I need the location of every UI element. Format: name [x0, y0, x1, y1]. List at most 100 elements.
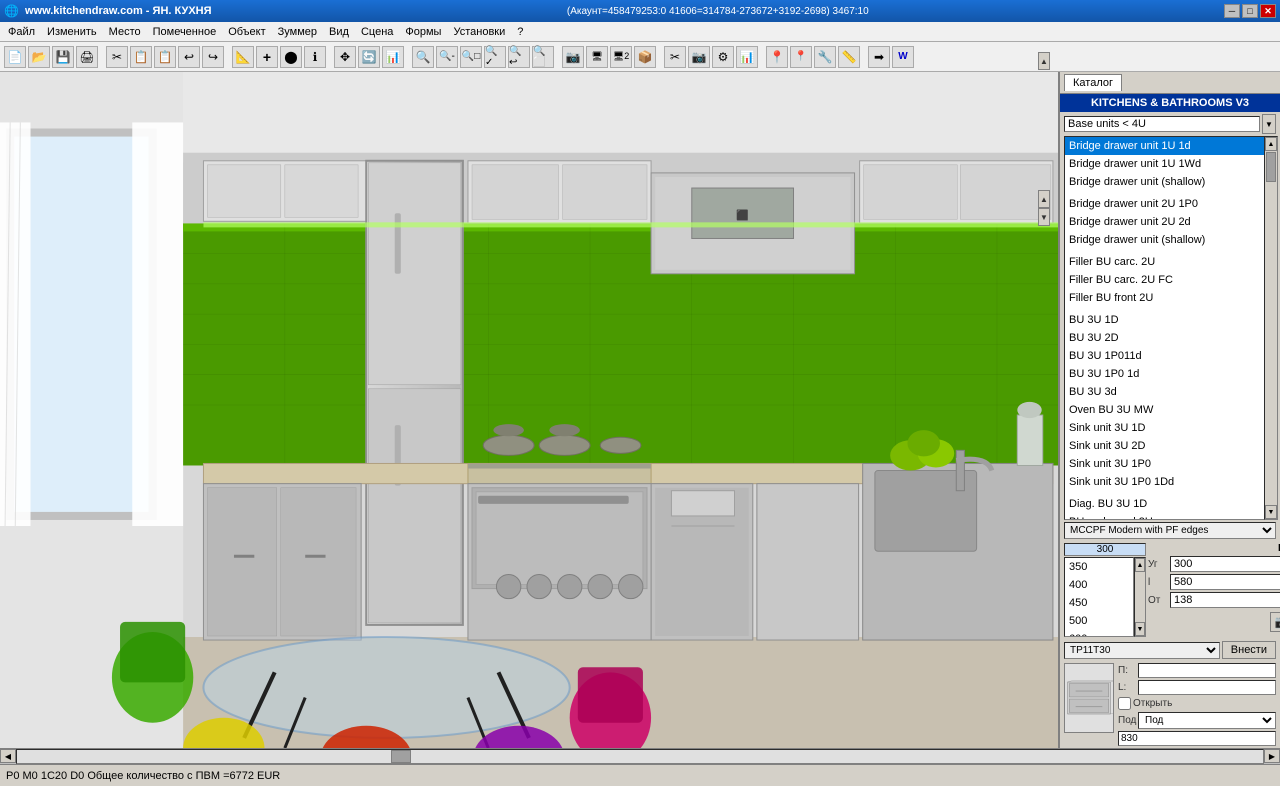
filter-dropdown-icon[interactable]: ▼ [1262, 114, 1276, 134]
catalog-item-13[interactable]: BU 3U 2D [1065, 329, 1275, 347]
catalog-item-18[interactable]: Sink unit 3U 1D [1065, 419, 1275, 437]
pin2-button[interactable]: 📍 [790, 46, 812, 68]
camera-button[interactable]: 📷 [562, 46, 584, 68]
sub-value-input[interactable] [1118, 731, 1276, 746]
catalog-scroll-thumb[interactable] [1266, 152, 1276, 182]
catalog-item-12[interactable]: BU 3U 1D [1065, 311, 1275, 329]
close-button[interactable]: ✕ [1260, 4, 1276, 18]
photo-button[interactable]: 📷 [688, 46, 710, 68]
panel-scroll-mid[interactable]: ▲ [1038, 190, 1050, 208]
menu-object[interactable]: Объект [222, 24, 271, 40]
menu-marked[interactable]: Помеченное [147, 24, 223, 40]
redo-button[interactable]: ↪ [202, 46, 224, 68]
zoom-all-button[interactable]: 🔍□ [460, 46, 482, 68]
menu-scene[interactable]: Сцена [355, 24, 399, 40]
catalog-item-10[interactable]: Filler BU front 2U [1065, 289, 1275, 307]
filter-input[interactable] [1064, 116, 1260, 132]
catalog-item-24[interactable]: BU end panel 3U [1065, 513, 1275, 520]
catalog-item-9[interactable]: Filler BU carc. 2U FC [1065, 271, 1275, 289]
catalog-scroll-up-btn[interactable]: ▲ [1265, 137, 1277, 151]
cut2-button[interactable]: ✂ [664, 46, 686, 68]
wrench-button[interactable]: 🔧 [814, 46, 836, 68]
zoom-sel-button[interactable]: 🔍✓ [484, 46, 506, 68]
catalog-item-6[interactable]: Bridge drawer unit (shallow) [1065, 231, 1275, 249]
width-scroll-down[interactable]: ▼ [1135, 622, 1145, 636]
info-button[interactable]: ℹ [304, 46, 326, 68]
p-input[interactable] [1138, 663, 1276, 678]
panel-scroll-up[interactable]: ▲ [1038, 52, 1050, 70]
print-button[interactable]: 🖨 [76, 46, 98, 68]
zoom-in-button[interactable]: 🔍 [412, 46, 434, 68]
measure-button[interactable]: 📐 [232, 46, 254, 68]
catalog-item-8[interactable]: Filler BU carc. 2U [1065, 253, 1275, 271]
zoom-out-button[interactable]: 🔍- [436, 46, 458, 68]
catalog-item-20[interactable]: Sink unit 3U 1P0 [1065, 455, 1275, 473]
ruler-button[interactable]: 📏 [838, 46, 860, 68]
sub-select[interactable]: Под [1138, 712, 1276, 729]
ot-input[interactable] [1170, 592, 1280, 608]
catalog-item-23[interactable]: Diag. BU 3U 1D [1065, 495, 1275, 513]
paste-button[interactable]: 📋 [154, 46, 176, 68]
pin1-button[interactable]: 📍 [766, 46, 788, 68]
menu-edit[interactable]: Изменить [41, 24, 103, 40]
chart-button[interactable]: 📊 [382, 46, 404, 68]
width-500[interactable]: 500 [1065, 612, 1133, 630]
move-button[interactable]: ✥ [334, 46, 356, 68]
catalog-item-21[interactable]: Sink unit 3U 1P0 1Dd [1065, 473, 1275, 491]
catalog-item-17[interactable]: Oven BU 3U MW [1065, 401, 1275, 419]
panel-scroll-down[interactable]: ▼ [1038, 208, 1050, 226]
box-button[interactable]: 📦 [634, 46, 656, 68]
settings-button[interactable]: ⚙ [712, 46, 734, 68]
profile-select[interactable]: МССРF Modern with PF edges [1064, 522, 1276, 539]
arrow-button[interactable]: ➡ [868, 46, 890, 68]
width-450[interactable]: 450 [1065, 594, 1133, 612]
h-scroll-thumb[interactable] [391, 750, 411, 763]
menu-file[interactable]: Файл [2, 24, 41, 40]
w-button[interactable]: W [892, 46, 914, 68]
catalog-item-15[interactable]: BU 3U 1P0 1d [1065, 365, 1275, 383]
catalog-tab[interactable]: Каталог [1064, 74, 1122, 91]
catalog-item-5[interactable]: Bridge drawer unit 2U 2d [1065, 213, 1275, 231]
catalog-item-19[interactable]: Sink unit 3U 2D [1065, 437, 1275, 455]
zoom-window-button[interactable]: 🔍⬜ [532, 46, 554, 68]
width-600[interactable]: 600 [1065, 630, 1133, 637]
open-checkbox[interactable] [1118, 697, 1131, 710]
catalog-item-2[interactable]: Bridge drawer unit (shallow) [1065, 173, 1275, 191]
yr-input[interactable] [1170, 556, 1280, 572]
insert-select[interactable]: TP11T30 [1064, 642, 1220, 659]
catalog-scroll-down-btn[interactable]: ▼ [1265, 505, 1277, 519]
width-scroll-up[interactable]: ▲ [1135, 558, 1145, 572]
h-scroll-right[interactable]: ▶ [1264, 749, 1280, 763]
cut-button[interactable]: ✂ [106, 46, 128, 68]
menu-settings[interactable]: Установки [447, 24, 511, 40]
viewport[interactable]: ⬛ [0, 72, 1058, 748]
menu-forms[interactable]: Формы [399, 24, 447, 40]
render2-button[interactable]: 🖥2 [610, 46, 632, 68]
zoom-prev-button[interactable]: 🔍↩ [508, 46, 530, 68]
menu-zoom[interactable]: Зуммер [272, 24, 323, 40]
render-button[interactable]: 🖥 [586, 46, 608, 68]
new-button[interactable]: 📄 [4, 46, 26, 68]
barchart-button[interactable]: 📊 [736, 46, 758, 68]
h-scroll-left[interactable]: ◀ [0, 749, 16, 763]
add-button[interactable]: + [256, 46, 278, 68]
circle-button[interactable]: ⬤ [280, 46, 302, 68]
catalog-item-4[interactable]: Bridge drawer unit 2U 1P0 [1065, 195, 1275, 213]
minimize-button[interactable]: ─ [1224, 4, 1240, 18]
width-350[interactable]: 350 [1065, 558, 1133, 576]
copy-button[interactable]: 📋 [130, 46, 152, 68]
camera-icon-1[interactable]: 📷 [1270, 612, 1280, 632]
catalog-item-16[interactable]: BU 3U 3d [1065, 383, 1275, 401]
undo-button[interactable]: ↩ [178, 46, 200, 68]
insert-button[interactable]: Внести [1222, 641, 1276, 659]
l-input-preview[interactable] [1138, 680, 1276, 695]
catalog-item-14[interactable]: BU 3U 1P011d [1065, 347, 1275, 365]
l-input[interactable] [1170, 574, 1280, 590]
width-400[interactable]: 400 [1065, 576, 1133, 594]
maximize-button[interactable]: □ [1242, 4, 1258, 18]
menu-help[interactable]: ? [511, 24, 529, 40]
catalog-item-1[interactable]: Bridge drawer unit 1U 1Wd [1065, 155, 1275, 173]
open-button[interactable]: 📂 [28, 46, 50, 68]
menu-view[interactable]: Вид [323, 24, 355, 40]
catalog-item-0[interactable]: Bridge drawer unit 1U 1d [1065, 137, 1275, 155]
